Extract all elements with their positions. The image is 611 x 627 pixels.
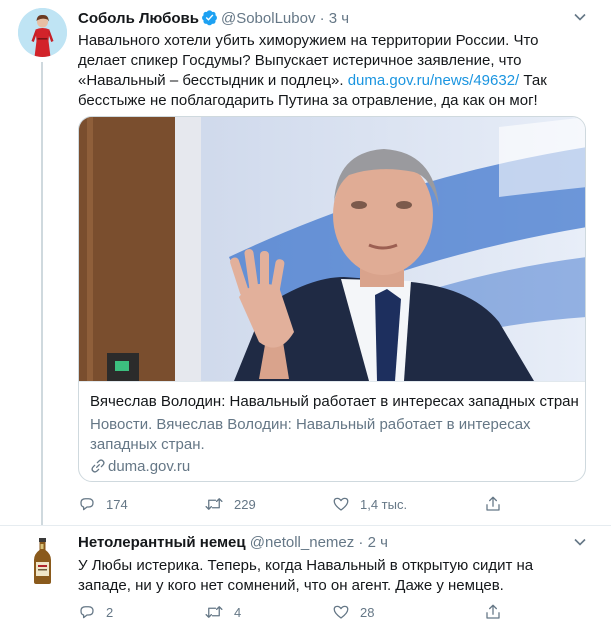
tweet-actions: 174 229 1,4 тыс. (78, 494, 518, 514)
author-name[interactable]: Нетолерантный немец (78, 534, 246, 551)
card-photo-speaker-image (79, 117, 585, 381)
reply-count: 174 (106, 496, 128, 512)
header-separator: · (319, 10, 325, 27)
link-preview-card[interactable]: Вячеслав Володин: Навальный работает в и… (78, 116, 586, 482)
retweet-icon (205, 498, 223, 510)
reply-count: 2 (106, 604, 114, 620)
author-name[interactable]: Соболь Любовь (78, 10, 199, 27)
retweet-count: 4 (234, 604, 242, 620)
retweet-button[interactable]: 229 (204, 494, 256, 514)
chevron-down-icon[interactable] (573, 535, 587, 549)
tweet-timestamp[interactable]: 3 ч (329, 10, 349, 27)
like-count: 28 (360, 604, 375, 620)
author-handle[interactable]: @SobolLubov (221, 10, 315, 27)
card-description: Новости. Вячеслав Володин: Навальный раб… (90, 416, 531, 453)
thread-line (41, 62, 43, 525)
retweet-button[interactable]: 4 (204, 602, 241, 622)
avatar-beer-bottle-image (18, 536, 67, 585)
reply-button[interactable]: 2 (78, 602, 113, 622)
chevron-down-icon[interactable] (573, 10, 587, 24)
tweet-text: У Любы истерика. Теперь, когда Навальный… (78, 557, 534, 594)
tweet-header: Нетолерантный немец @netoll_nemez · 2 ч (78, 534, 388, 552)
tweet-link[interactable]: duma.gov.ru/news/49632/ (348, 72, 520, 89)
tweet-sobol[interactable]: Соболь Любовь @SobolLubov · 3 ч Навальног… (0, 0, 611, 525)
reply-button[interactable]: 174 (78, 494, 128, 514)
retweet-icon (205, 606, 223, 618)
reply-icon (80, 606, 94, 619)
share-icon (486, 604, 500, 619)
tweet-header: Соболь Любовь @SobolLubov · 3 ч (78, 9, 349, 28)
card-domain: duma.gov.ru (90, 458, 190, 476)
avatar-netoll[interactable] (18, 536, 67, 585)
card-title: Вячеслав Володин: Навальный работает в и… (90, 393, 579, 410)
share-icon (486, 496, 500, 511)
link-icon (91, 459, 105, 473)
tweet-actions: 2 4 28 (78, 602, 518, 622)
heart-icon (333, 497, 349, 511)
reply-icon (80, 498, 94, 511)
tweet-text: Навального хотели убить химоружием на те… (78, 31, 590, 111)
share-button[interactable] (484, 602, 512, 622)
card-domain-text: duma.gov.ru (108, 458, 191, 475)
retweet-count: 229 (234, 496, 256, 512)
tweet-timestamp[interactable]: 2 ч (368, 534, 388, 551)
tweet-netoll[interactable]: Нетолерантный немец @netoll_nemez · 2 ч … (0, 525, 611, 627)
author-handle[interactable]: @netoll_nemez (250, 534, 354, 551)
verified-badge-icon (202, 10, 217, 26)
share-button[interactable] (484, 494, 512, 514)
avatar-sobol[interactable] (18, 8, 67, 57)
heart-icon (333, 605, 349, 619)
like-button[interactable]: 1,4 тыс. (332, 494, 407, 514)
avatar-woman-in-red-image (18, 8, 67, 57)
header-separator: · (358, 534, 364, 551)
like-button[interactable]: 28 (332, 602, 374, 622)
card-info: Вячеслав Володин: Навальный работает в и… (79, 381, 585, 481)
like-count: 1,4 тыс. (360, 496, 408, 512)
